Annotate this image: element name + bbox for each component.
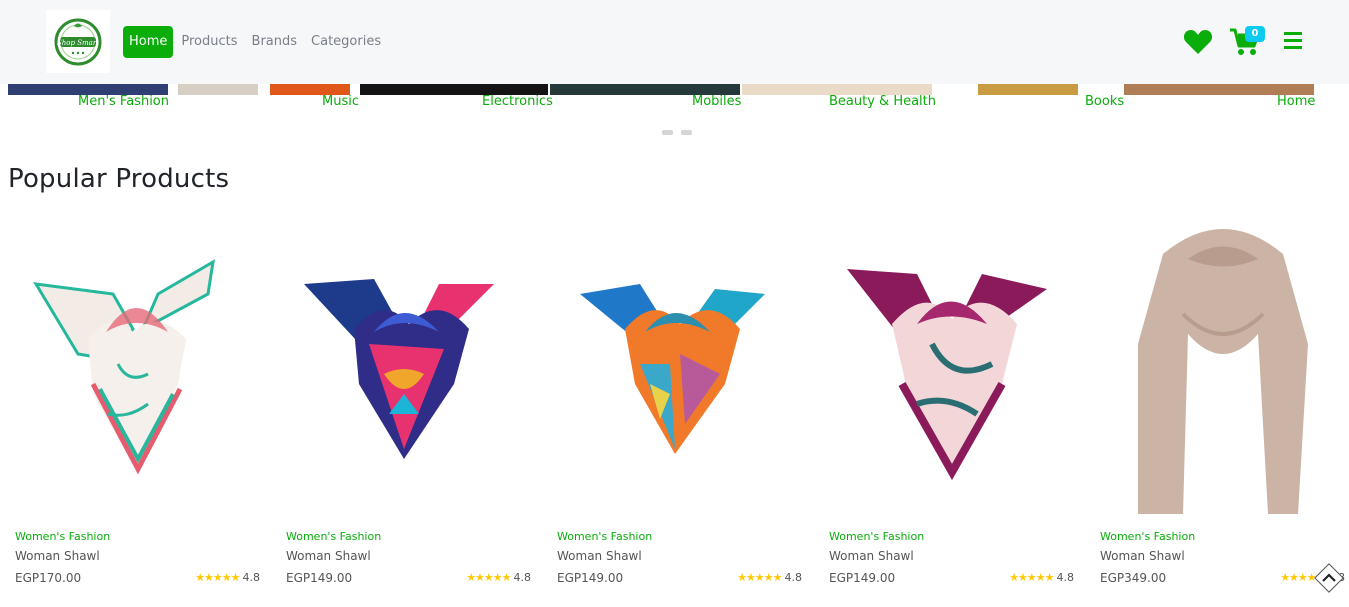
product-rating-value: 4.8 xyxy=(513,571,532,584)
scroll-to-top-button[interactable] xyxy=(1313,562,1345,594)
nav-links: Home Products Brands Categories xyxy=(123,26,389,58)
product-category[interactable]: Women's Fashion xyxy=(557,530,652,543)
slider-dot-1[interactable] xyxy=(662,130,673,135)
product-rating: ★★★★★ 4.8 xyxy=(195,571,260,584)
nav-link-products[interactable]: Products xyxy=(175,26,243,58)
nav-link-categories[interactable]: Categories xyxy=(305,26,387,58)
product-price: EGP149.00 xyxy=(829,571,896,585)
product-price: EGP149.00 xyxy=(557,571,624,585)
product-rating: ★★★★★ 4.8 xyxy=(466,571,531,584)
nav-link-brands[interactable]: Brands xyxy=(246,26,304,58)
product-name[interactable]: Woman Shawl xyxy=(286,549,371,563)
category-label-electronics[interactable]: Electronics xyxy=(482,94,553,109)
star-rating-icon: ★★★★★ xyxy=(1009,571,1054,584)
product-rating: ★★★★★ 4.8 xyxy=(737,571,802,584)
product-category[interactable]: Women's Fashion xyxy=(1100,530,1195,543)
category-label-mens-fashion[interactable]: Men's Fashion xyxy=(78,94,169,109)
product-card[interactable]: Women's Fashion Woman Shawl EGP149.00 ★★… xyxy=(822,214,1082,604)
product-image[interactable] xyxy=(822,214,1082,524)
product-image[interactable] xyxy=(8,214,268,524)
category-labels: Men's Fashion Music Electronics Mobiles … xyxy=(0,94,1349,114)
product-image[interactable] xyxy=(550,214,810,524)
product-price: EGP170.00 xyxy=(15,571,82,585)
product-image[interactable] xyxy=(279,214,539,524)
slider-dot-2[interactable] xyxy=(681,130,692,135)
star-rating-icon: ★★★★★ xyxy=(195,571,240,584)
shop-smart-logo-icon: Shop Smart xyxy=(54,18,102,65)
nav-link-home[interactable]: Home xyxy=(123,26,174,58)
menu-icon[interactable] xyxy=(1284,32,1302,49)
logo[interactable]: Shop Smart xyxy=(46,10,110,73)
logo-text: Shop Smart xyxy=(57,39,99,47)
cart-count-badge: 0 xyxy=(1245,26,1265,42)
category-label-music[interactable]: Music xyxy=(322,94,359,109)
star-rating-icon: ★★★★★ xyxy=(737,571,782,584)
category-label-books[interactable]: Books xyxy=(1085,94,1124,109)
product-rating-value: 4.8 xyxy=(1056,571,1075,584)
product-rating-value: 4.8 xyxy=(242,571,261,584)
product-category[interactable]: Women's Fashion xyxy=(286,530,381,543)
category-label-beauty-health[interactable]: Beauty & Health xyxy=(829,94,936,109)
product-category[interactable]: Women's Fashion xyxy=(829,530,924,543)
product-rating: ★★★★★ 4.8 xyxy=(1009,571,1074,584)
category-label-mobiles[interactable]: Mobiles xyxy=(692,94,741,109)
heart-icon[interactable] xyxy=(1183,27,1213,55)
category-label-home[interactable]: Home xyxy=(1277,94,1315,109)
product-card[interactable]: Women's Fashion Woman Shawl EGP349.00 ★★… xyxy=(1093,214,1349,604)
product-card[interactable]: Women's Fashion Woman Shawl EGP149.00 ★★… xyxy=(550,214,810,604)
product-price: EGP349.00 xyxy=(1100,571,1167,585)
product-category[interactable]: Women's Fashion xyxy=(15,530,110,543)
product-rating-value: 4.8 xyxy=(784,571,803,584)
product-name[interactable]: Woman Shawl xyxy=(829,549,914,563)
product-name[interactable]: Woman Shawl xyxy=(15,549,100,563)
product-price: EGP149.00 xyxy=(286,571,353,585)
product-image[interactable] xyxy=(1093,214,1349,524)
star-rating-icon: ★★★★★ xyxy=(466,571,511,584)
product-card[interactable]: Women's Fashion Woman Shawl EGP170.00 ★★… xyxy=(8,214,268,604)
section-title: Popular Products xyxy=(8,164,230,194)
navbar: Shop Smart Home Products Brands Categori… xyxy=(0,0,1349,84)
slider-dots xyxy=(662,130,692,135)
product-name[interactable]: Woman Shawl xyxy=(557,549,642,563)
product-card[interactable]: Women's Fashion Woman Shawl EGP149.00 ★★… xyxy=(279,214,539,604)
product-name[interactable]: Woman Shawl xyxy=(1100,549,1185,563)
